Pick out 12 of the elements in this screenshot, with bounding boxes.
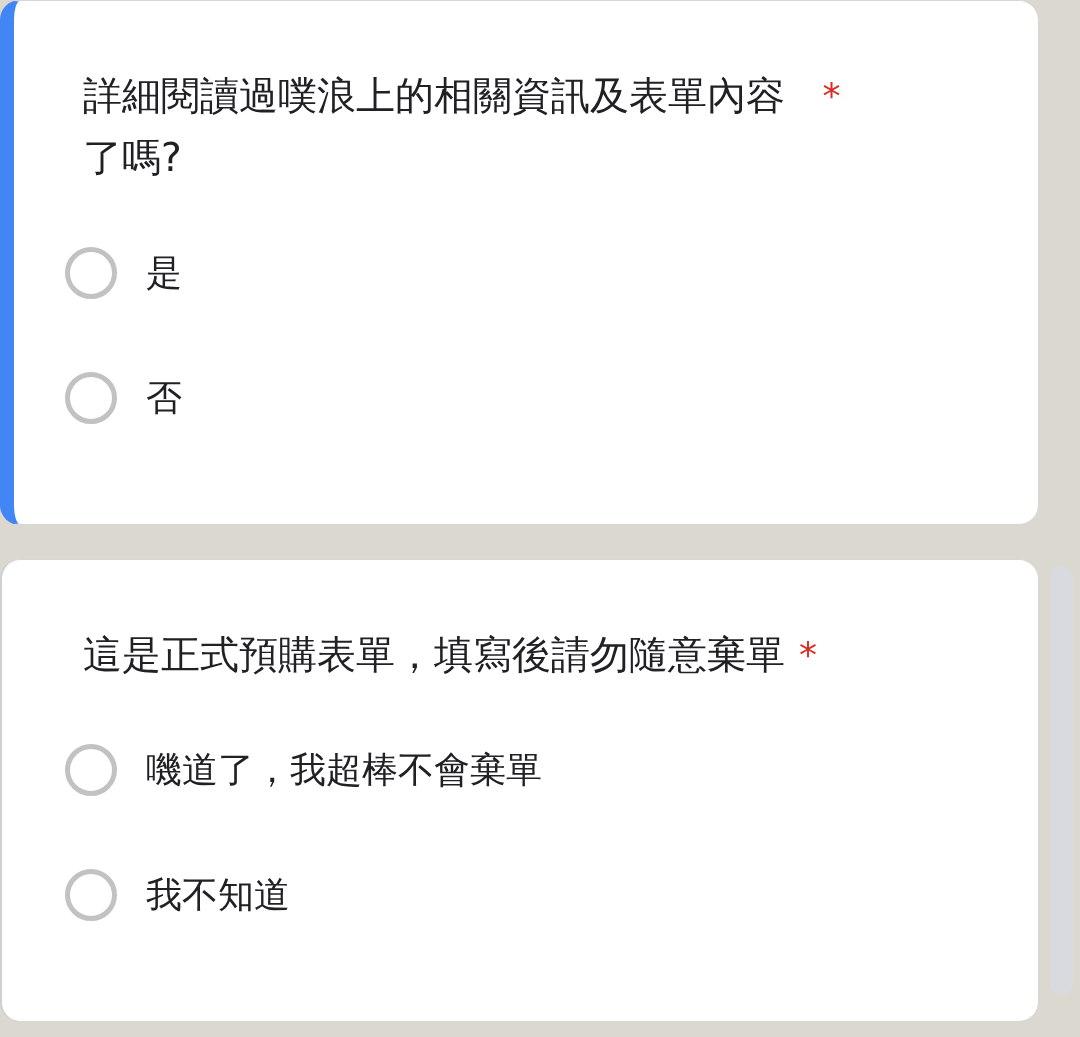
option-label[interactable]: 否 [146, 372, 182, 423]
required-asterisk: * [799, 633, 817, 677]
option-label[interactable]: 是 [146, 247, 182, 298]
question-title: 詳細閱讀過噗浪上的相關資訊及表單內容了嗎? [83, 72, 786, 182]
required-asterisk: * [822, 74, 841, 118]
radio-button[interactable] [65, 868, 117, 921]
option-label[interactable]: 嘰道了，我超棒不會棄單 [146, 744, 542, 795]
radio-button[interactable] [65, 743, 117, 796]
option-label[interactable]: 我不知道 [146, 869, 290, 920]
radio-button[interactable] [65, 371, 117, 424]
radio-button[interactable] [65, 246, 117, 299]
question-title: 這是正式預購表單，填寫後請勿隨意棄單 [83, 631, 785, 679]
